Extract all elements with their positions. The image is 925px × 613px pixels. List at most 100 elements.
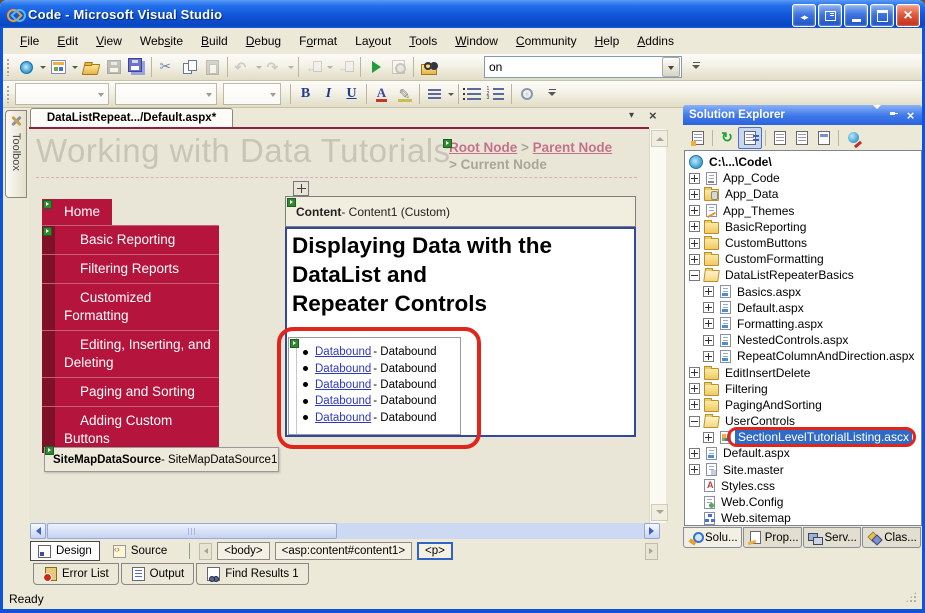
close-panel-button[interactable] <box>903 108 918 122</box>
tree-item-styles-css[interactable]: Styles.css <box>685 478 921 494</box>
toolbar-overflow-button[interactable] <box>546 84 558 104</box>
panel-tab-find-results-1[interactable]: Find Results 1 <box>196 563 309 585</box>
tree-item-usercontrols[interactable]: UserControls <box>685 413 921 429</box>
tree-item-repeatcolumnanddirection-aspx[interactable]: RepeatColumnAndDirection.aspx <box>685 348 921 364</box>
databound-link[interactable]: Databound <box>315 395 371 407</box>
new-website-button[interactable] <box>15 56 38 78</box>
expand-icon[interactable] <box>703 335 714 346</box>
block-format-combo[interactable] <box>15 83 109 105</box>
expand-icon[interactable] <box>689 367 700 378</box>
tool-tab-solu[interactable]: Solu... <box>683 527 742 548</box>
view-tab-design[interactable]: Design <box>30 541 100 561</box>
dock-left-right-button[interactable] <box>792 4 816 27</box>
paste-button[interactable] <box>201 56 224 78</box>
databound-link[interactable]: Databound <box>315 363 371 375</box>
nav-item-editing-inserting-and-deleting[interactable]: Editing, Inserting, and Deleting <box>42 330 219 377</box>
tree-item-pagingandsorting[interactable]: PagingAndSorting <box>685 397 921 413</box>
scroll-up-icon[interactable] <box>651 130 668 147</box>
breadcrumb-parent-link[interactable]: Parent Node <box>533 140 613 155</box>
highlight-button[interactable] <box>393 83 416 105</box>
tag-nav-back-icon[interactable] <box>199 543 212 560</box>
menu-debug[interactable]: Debug <box>237 31 290 51</box>
tool-tab-serv[interactable]: Serv... <box>803 527 862 548</box>
scroll-down-icon[interactable] <box>651 504 668 521</box>
design-horizontal-scrollbar[interactable] <box>30 523 660 539</box>
menu-website[interactable]: Website <box>131 31 192 51</box>
properties-button[interactable] <box>687 128 709 148</box>
expand-icon[interactable] <box>689 254 700 265</box>
close-button[interactable] <box>896 4 920 27</box>
navigate-backward-dropdown-icon[interactable] <box>325 56 334 78</box>
collapse-icon[interactable] <box>689 270 700 281</box>
expand-icon[interactable] <box>689 205 700 216</box>
italic-button[interactable]: I <box>317 83 340 105</box>
toolbar-grip[interactable] <box>6 58 11 76</box>
smart-tag-nav-menu-icon[interactable] <box>43 227 52 236</box>
expand-icon[interactable] <box>689 448 700 459</box>
bold-button[interactable]: B <box>294 83 317 105</box>
smart-tag-nav-home-icon[interactable] <box>43 200 52 209</box>
menu-window[interactable]: Window <box>446 31 507 51</box>
add-new-item-dropdown-icon[interactable] <box>70 56 79 78</box>
expand-icon[interactable] <box>689 399 700 410</box>
toolbar-combo-input[interactable] <box>485 60 661 74</box>
solution-explorer-tree[interactable]: C:\...\Code\App_CodeApp_DataApp_ThemesBa… <box>684 150 922 526</box>
smart-tag-breadcrumb-icon[interactable] <box>443 139 452 148</box>
alignment-button[interactable] <box>423 83 446 105</box>
nav-item-home[interactable]: Home <box>42 199 112 225</box>
tree-item-app-themes[interactable]: App_Themes <box>685 203 921 219</box>
aspnet-configuration-button[interactable] <box>842 128 864 148</box>
nav-item-basic-reporting[interactable]: Basic Reporting <box>42 225 219 254</box>
start-debugging-button[interactable] <box>364 56 387 78</box>
expand-icon[interactable] <box>689 189 700 200</box>
active-files-dropdown-icon[interactable]: ▾ <box>629 110 634 121</box>
redo-dropdown-icon[interactable] <box>286 56 295 78</box>
design-vertical-scrollbar[interactable] <box>649 129 666 523</box>
save-button[interactable] <box>102 56 125 78</box>
tree-item-c-code[interactable]: C:\...\Code\ <box>685 154 921 170</box>
breadcrumb-root-link[interactable]: Root Node <box>449 140 517 155</box>
bullet-list-button[interactable] <box>462 83 485 105</box>
menu-file[interactable]: File <box>11 31 48 51</box>
smart-tag-datasource-icon[interactable] <box>45 446 54 455</box>
tool-tab-clas[interactable]: Clas... <box>862 527 921 548</box>
panel-tab-error-list[interactable]: Error List <box>33 563 119 585</box>
menu-community[interactable]: Community <box>507 31 586 51</box>
tool-tab-prop[interactable]: Prop... <box>743 527 802 548</box>
navigate-forward-button[interactable] <box>334 56 357 78</box>
tree-item-custombuttons[interactable]: CustomButtons <box>685 235 921 251</box>
nav-item-adding-custom-buttons[interactable]: Adding Custom Buttons <box>42 406 219 453</box>
tree-item-sectionleveltutoriallisting-ascx[interactable]: SectionLevelTutorialListing.ascx <box>685 429 921 445</box>
hyperlink-button[interactable] <box>515 83 538 105</box>
close-document-icon[interactable]: × <box>649 108 657 123</box>
navigate-backward-button[interactable] <box>302 56 325 78</box>
undock-button[interactable] <box>818 4 842 27</box>
view-designer-button[interactable] <box>813 128 835 148</box>
tag-nav-forward-icon[interactable] <box>645 543 658 560</box>
nest-related-files-button[interactable] <box>769 128 791 148</box>
databound-link[interactable]: Databound <box>315 412 371 424</box>
font-size-combo[interactable] <box>223 83 281 105</box>
combo-dropdown-icon[interactable] <box>662 57 680 77</box>
menu-layout[interactable]: Layout <box>346 31 400 51</box>
expand-icon[interactable] <box>689 464 700 475</box>
sitemapdatasource-control[interactable]: SiteMapDataSource - SiteMapDataSource1 <box>44 447 279 472</box>
expand-icon[interactable] <box>689 173 700 184</box>
expand-icon[interactable] <box>703 432 714 443</box>
smart-tag-content-icon[interactable] <box>287 198 296 207</box>
redo-button[interactable] <box>263 56 286 78</box>
tree-item-formatting-aspx[interactable]: Formatting.aspx <box>685 316 921 332</box>
move-handle-icon[interactable] <box>293 181 309 196</box>
menu-help[interactable]: Help <box>586 31 629 51</box>
tag-p[interactable]: <p> <box>417 542 453 560</box>
underline-button[interactable]: U <box>340 83 363 105</box>
find-in-files-button[interactable] <box>417 56 440 78</box>
databound-list-control[interactable]: Databound - DataboundDatabound - Databou… <box>288 337 461 435</box>
menu-addins[interactable]: Addins <box>628 31 683 51</box>
refresh-button[interactable] <box>716 128 738 148</box>
tree-item-basicreporting[interactable]: BasicReporting <box>685 219 921 235</box>
window-position-button[interactable] <box>869 108 884 122</box>
save-all-button[interactable] <box>125 56 148 78</box>
cut-button[interactable] <box>155 56 178 78</box>
tree-item-app-data[interactable]: App_Data <box>685 186 921 202</box>
